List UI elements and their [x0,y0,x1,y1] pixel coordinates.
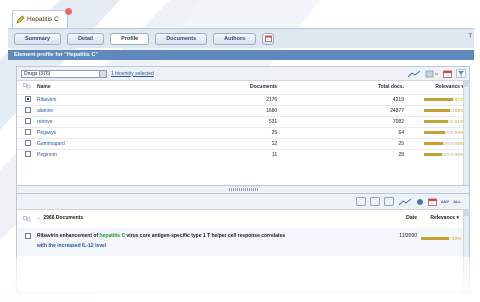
document-date: 11/2000 [399,233,417,239]
profile-button[interactable]: Profile [110,32,150,45]
drug-relevance: 97% [409,93,469,105]
drug-documents: 531 [150,115,283,127]
drugs-table-header: Name Documents Total docs. Relevance ▾ [17,81,469,94]
view-grid-icon[interactable] [383,197,394,206]
pencil-icon [16,15,25,24]
documents-button[interactable]: Documents [155,32,208,45]
filter-icon[interactable] [456,69,466,78]
drugs-scrollbar[interactable] [463,81,470,185]
drug-row[interactable]: Gammagard 12 25 65% [17,137,469,149]
row-checkbox[interactable] [25,106,31,113]
row-checkbox[interactable] [25,128,31,135]
drug-documents: 12 [150,137,283,149]
select-all-icon[interactable] [23,216,31,222]
selected-bioentity-link[interactable]: 1 bioentity selected [111,71,154,77]
drug-total-docs: 25 [282,137,409,149]
drugs-toolbar: Drugs (376) 1 bioentity selected [17,67,469,81]
drug-row[interactable]: Peginron 11 28 60% [17,148,469,160]
chart-arrow-icon[interactable] [407,70,421,78]
drug-name[interactable]: alanine [37,104,151,116]
export-icon[interactable] [425,70,439,78]
calendar-icon[interactable] [427,198,437,206]
row-checkbox[interactable] [25,117,31,124]
drug-relevance: 88% [409,104,469,116]
category-select-value: Drugs (376) [24,70,51,77]
relevance-bar [423,141,454,145]
drug-documents: 25 [150,126,283,138]
drug-total-docs: 24877 [282,104,409,116]
view-list-icon[interactable] [355,197,366,206]
summary-button[interactable]: Summary [14,32,62,45]
drug-name[interactable]: Ribavirin [37,93,151,105]
drug-row[interactable]: Pegasys 25 64 69% [17,126,469,138]
col-documents[interactable]: Documents [151,81,283,94]
detail-button[interactable]: Detail [67,32,105,45]
close-tab-icon[interactable] [64,8,72,15]
page-title: Element profile for "Hepatitis C" [8,50,474,60]
row-checkbox[interactable] [25,150,31,157]
drug-total-docs: 4219 [282,93,409,105]
calendar-button[interactable] [262,32,275,45]
select-all-icon[interactable] [17,81,37,94]
faded-overlay [0,257,480,302]
authors-button[interactable]: Authors [213,32,257,45]
drug-row[interactable]: retrove 531 7082 81% [17,115,469,127]
drugs-table: Name Documents Total docs. Relevance ▾ R… [17,81,469,160]
drug-documents: 2176 [150,93,283,105]
document-row[interactable]: Ribavirin enhancement of hepatitis C vir… [17,228,469,256]
panel-splitter[interactable] [16,186,470,193]
relevance-bar [423,97,454,101]
drug-relevance: 60% [409,148,469,160]
drug-documents: 1680 [150,104,283,116]
drug-row[interactable]: alanine 1680 24877 88% [17,104,469,116]
drug-name[interactable]: Pegasys [37,126,151,138]
documents-header: ← 2966 Documents Date Relevance ▾ [17,210,469,228]
col-relevance[interactable]: Relevance ▾ [430,215,459,221]
drug-name[interactable]: Gammagard [37,137,151,149]
relevance-bar [423,119,454,123]
row-checkbox[interactable] [25,95,31,102]
col-date[interactable]: Date [406,215,417,221]
view-nav: Summary Detail Profile Documents Authors… [8,28,474,48]
documents-count: ← 2966 Documents [37,215,84,221]
col-relevance[interactable]: Relevance ▾ [409,81,469,94]
col-name[interactable]: Name [37,81,151,94]
drug-total-docs: 28 [282,148,409,160]
row-checkbox[interactable] [25,139,31,146]
relevance-bar [420,237,451,241]
document-title-line2: with the increased IL-12 level [37,243,107,249]
relevance-bar [423,152,454,156]
document-checkbox[interactable] [25,233,31,239]
filter-all-button[interactable]: ALL [453,199,461,204]
drug-total-docs: 7082 [282,115,409,127]
drug-relevance: 69% [409,126,469,138]
documents-toolbar: ANY ALL [17,194,469,210]
nav-right-label: T [468,34,472,40]
chart-arrow-icon[interactable] [398,198,412,206]
drug-documents: 11 [150,148,283,160]
drug-relevance: 65% [409,137,469,149]
relevance-bar [423,130,454,134]
drug-name[interactable]: Peginron [37,148,151,160]
bookmark-icon[interactable] [416,198,424,206]
drug-total-docs: 64 [282,126,409,138]
view-detail-icon[interactable] [369,197,380,206]
col-total-docs[interactable]: Total docs. [282,81,409,94]
drug-name[interactable]: retrove [37,115,151,127]
document-relevance: 93% [420,234,461,244]
relevance-bar [423,108,454,112]
drugs-panel: Drugs (376) 1 bioentity selected Name Do… [16,66,470,186]
document-tab[interactable]: Hepatitis C [12,8,72,28]
drug-row[interactable]: Ribavirin 2176 4219 97% [17,93,469,105]
drug-relevance: 81% [409,115,469,127]
document-tab-title: Hepatitis C [27,16,59,23]
calendar-icon[interactable] [443,70,452,78]
chevron-down-icon [99,70,106,77]
filter-any-button[interactable]: ANY [441,199,449,204]
category-select[interactable]: Drugs (376) [21,69,107,78]
calendar-icon [264,35,272,42]
